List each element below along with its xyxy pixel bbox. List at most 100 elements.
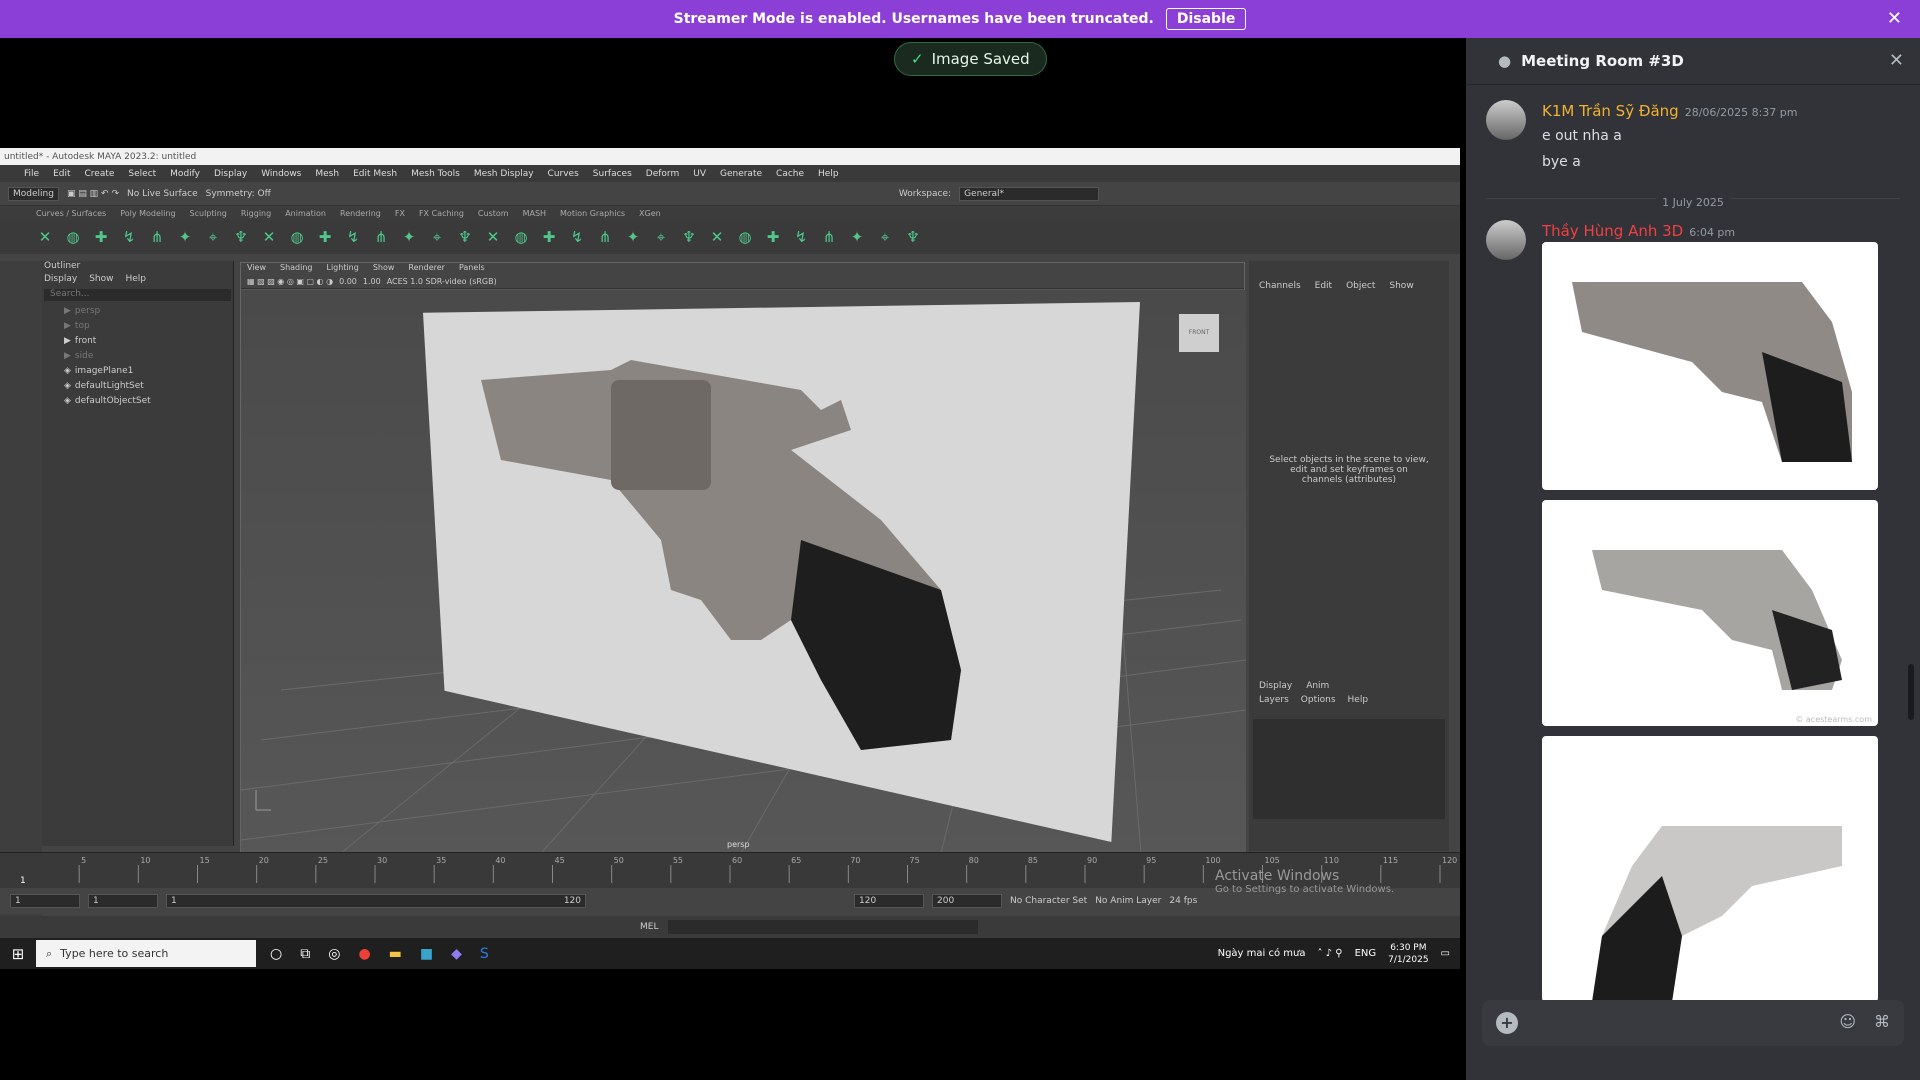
viewport-menu-item[interactable]: Lighting — [326, 263, 358, 275]
menu-item[interactable]: UV — [693, 169, 706, 179]
shelf-tool-icon[interactable]: ⌖ — [428, 228, 446, 246]
viewport-menu-item[interactable]: Shading — [280, 263, 313, 275]
shelf-tool-icon[interactable]: ✚ — [92, 228, 110, 246]
shelf-tool-icon[interactable]: ⋔ — [820, 228, 838, 246]
shelf-tool-icon[interactable]: ◍ — [64, 228, 82, 246]
playback-start-field[interactable]: 1 — [88, 894, 158, 908]
shelf-tool-icon[interactable]: ⋔ — [148, 228, 166, 246]
channel-menu-item[interactable]: Channels — [1259, 281, 1301, 291]
shelf-tab[interactable]: XGen — [639, 209, 661, 218]
menu-item[interactable]: Mesh Tools — [411, 169, 460, 179]
outliner-item[interactable]: ◈ defaultObjectSet — [42, 393, 233, 408]
channel-menu-item[interactable]: Edit — [1315, 281, 1332, 291]
shelf-tool-icon[interactable]: ✕ — [708, 228, 726, 246]
range-bar[interactable]: 1 120 — [166, 894, 586, 908]
outliner-menu-item[interactable]: Help — [125, 274, 146, 287]
fps-select[interactable]: 24 fps — [1169, 896, 1197, 906]
shelf-tool-icon[interactable]: ↯ — [344, 228, 362, 246]
outliner-item[interactable]: ▶ top — [42, 318, 233, 333]
viewport-menu-item[interactable]: Panels — [459, 263, 485, 275]
close-icon[interactable]: ✕ — [1889, 50, 1904, 71]
viewport-menu-item[interactable]: Renderer — [408, 263, 445, 275]
menu-item[interactable]: Curves — [548, 169, 579, 179]
windows-start-icon[interactable]: ⊞ — [0, 945, 36, 963]
viewport-3d[interactable]: FRONT persp — [241, 290, 1246, 853]
author-name[interactable]: K1M Trần Sỹ Đăng — [1542, 102, 1679, 120]
menu-item[interactable]: Edit Mesh — [353, 169, 397, 179]
shelf-tab[interactable]: Curves / Surfaces — [36, 209, 106, 218]
channel-menu-item[interactable]: Object — [1346, 281, 1375, 291]
emoji-icon[interactable]: ☺ — [1839, 1012, 1856, 1031]
webcam-icon[interactable]: ◎ — [328, 946, 340, 962]
close-icon[interactable]: ✕ — [1887, 8, 1902, 29]
shelf-tool-icon[interactable]: ↯ — [792, 228, 810, 246]
layer-menu-item[interactable]: Layers — [1259, 695, 1289, 705]
chat-scrollbar[interactable] — [1908, 664, 1914, 720]
outliner-item[interactable]: ◈ defaultLightSet — [42, 378, 233, 393]
outliner-item[interactable]: ▶ persp — [42, 303, 233, 318]
image-attachment[interactable] — [1542, 242, 1878, 490]
outliner-item[interactable]: ◈ imagePlane1 — [42, 363, 233, 378]
menu-item[interactable]: Mesh — [315, 169, 339, 179]
layer-tab[interactable]: Display — [1259, 681, 1292, 691]
notification-icon[interactable]: ▭ — [1441, 948, 1450, 959]
shelf-tool-icon[interactable]: ✦ — [624, 228, 642, 246]
layer-tab[interactable]: Anim — [1306, 681, 1329, 691]
menu-item[interactable]: Display — [214, 169, 247, 179]
character-set-select[interactable]: No Character Set — [1010, 896, 1087, 906]
shelf-tool-icon[interactable]: ✕ — [260, 228, 278, 246]
shelf-tab[interactable]: Motion Graphics — [560, 209, 625, 218]
shelf-tab[interactable]: Rigging — [241, 209, 271, 218]
clock[interactable]: 6:30 PM 7/1/2025 — [1388, 942, 1428, 966]
menu-item[interactable]: Cache — [776, 169, 804, 179]
end-time-field[interactable]: 200 — [932, 894, 1002, 908]
shelf-tab[interactable]: Poly Modeling — [120, 209, 175, 218]
shelf-tool-icon[interactable]: ✚ — [764, 228, 782, 246]
menu-item[interactable]: Help — [818, 169, 839, 179]
shelf-tab[interactable]: FX — [395, 209, 405, 218]
shelf-tool-icon[interactable]: ✦ — [848, 228, 866, 246]
shelf-tool-icon[interactable]: ◍ — [288, 228, 306, 246]
tray-icons[interactable]: ˄ ♪ ⚲ — [1317, 948, 1342, 959]
cortana-icon[interactable]: ○ — [270, 946, 282, 962]
shelf-tool-icon[interactable]: ⌖ — [876, 228, 894, 246]
menu-item[interactable]: Modify — [170, 169, 200, 179]
shelf-tab[interactable]: Sculpting — [190, 209, 227, 218]
outliner-menu-item[interactable]: Display — [44, 274, 77, 287]
symmetry-select[interactable]: Symmetry: Off — [206, 189, 271, 199]
shelf-tool-icon[interactable]: ✕ — [36, 228, 54, 246]
menu-item[interactable]: Mesh Display — [474, 169, 534, 179]
exposure-field[interactable]: 0.00 — [339, 277, 357, 286]
start-time-field[interactable]: 1 — [10, 894, 80, 908]
outliner-menu-item[interactable]: Show — [89, 274, 113, 287]
shelf-tab[interactable]: MASH — [523, 209, 546, 218]
disable-button[interactable]: Disable — [1165, 8, 1247, 30]
shelf-tool-icon[interactable]: ✚ — [540, 228, 558, 246]
chrome-icon[interactable]: ● — [358, 946, 370, 962]
shelf-tab[interactable]: FX Caching — [419, 209, 464, 218]
image-attachment[interactable]: © acestearms.com — [1542, 500, 1878, 726]
channel-menu-item[interactable]: Show — [1389, 281, 1413, 291]
shelf-tool-icon[interactable]: ⌖ — [204, 228, 222, 246]
viewport-menu-item[interactable]: Show — [373, 263, 395, 275]
image-attachment[interactable] — [1542, 736, 1878, 1002]
shelf-tab[interactable]: Custom — [478, 209, 509, 218]
menu-item[interactable]: Edit — [53, 169, 70, 179]
s-app-icon[interactable]: S — [480, 946, 489, 962]
shelf-tab[interactable]: Animation — [285, 209, 326, 218]
taskbar-search[interactable]: ⌕ Type here to search — [36, 940, 256, 967]
shelf-tool-icon[interactable]: ♆ — [904, 228, 922, 246]
view-cube[interactable]: FRONT — [1179, 314, 1219, 352]
shelf-tool-icon[interactable]: ↯ — [120, 228, 138, 246]
shelf-tool-icon[interactable]: ↯ — [568, 228, 586, 246]
shelf-tool-icon[interactable]: ✚ — [316, 228, 334, 246]
shelf-tool-icon[interactable]: ✕ — [484, 228, 502, 246]
plus-icon[interactable]: + — [1496, 1012, 1518, 1034]
menu-item[interactable]: Surfaces — [593, 169, 632, 179]
layer-menu-item[interactable]: Options — [1301, 695, 1336, 705]
menu-item[interactable]: File — [24, 169, 39, 179]
maya-app-icon[interactable]: ■ — [420, 946, 433, 962]
shelf-tool-icon[interactable]: ⋔ — [596, 228, 614, 246]
workspace-select[interactable]: General* — [959, 186, 1100, 201]
shelf-tool-icon[interactable]: ♆ — [456, 228, 474, 246]
